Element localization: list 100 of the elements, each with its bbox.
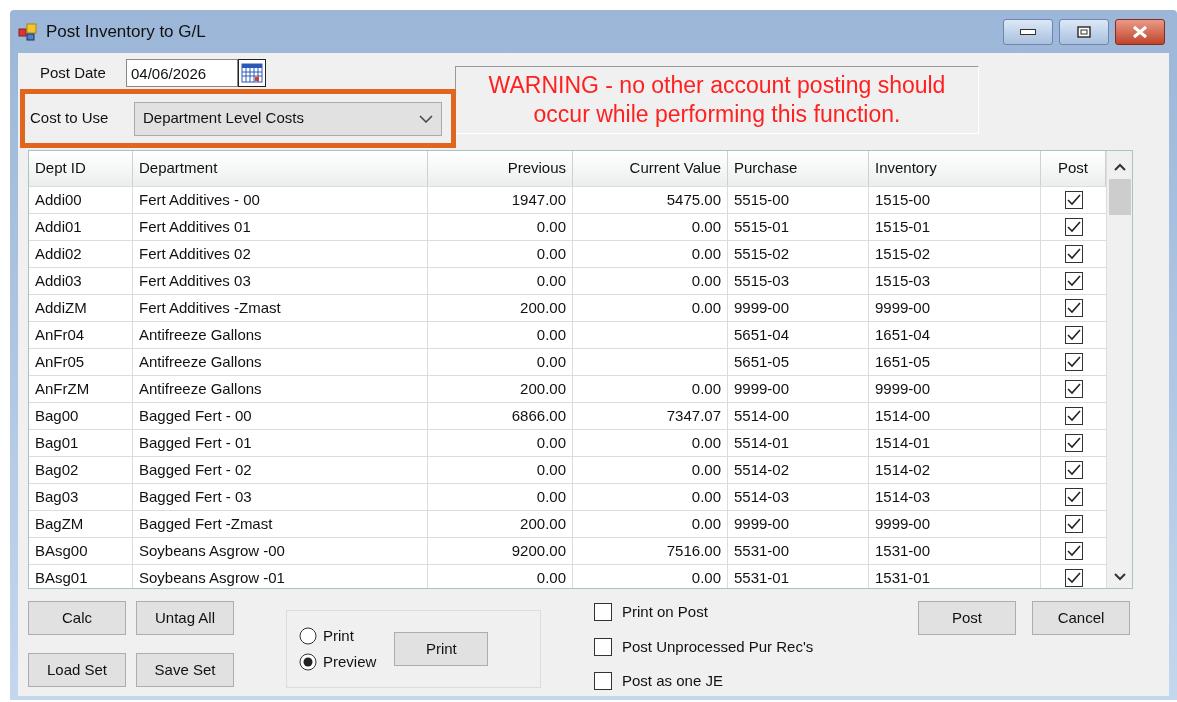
table-cell-text: 5651-04 [734, 324, 790, 345]
post-checkbox[interactable] [1064, 353, 1083, 371]
table-cell-text: 7347.07 [666, 405, 721, 426]
calendar-button[interactable] [238, 59, 266, 87]
column-header[interactable]: Current Value [573, 151, 728, 186]
column-header[interactable]: Dept ID [29, 151, 133, 186]
table-cell-text: Addi00 [35, 189, 82, 210]
table-cell-text: 0.00 [691, 513, 721, 534]
table-cell-text: 1514-01 [875, 432, 931, 453]
checkbox-label: Post as one JE [622, 671, 723, 691]
column-header[interactable]: Inventory [869, 151, 1041, 186]
table-cell-text: 9999-00 [734, 297, 790, 318]
table-cell-text: 1514-00 [875, 405, 931, 426]
chevron-down-icon [419, 114, 433, 123]
table-cell-text: Bag00 [35, 405, 79, 426]
print-button[interactable]: Print [394, 632, 489, 666]
table-cell-text: 6866.00 [511, 405, 566, 426]
post-checkbox[interactable] [1064, 380, 1083, 398]
table-cell-text: Addi01 [35, 216, 82, 237]
scrollbar[interactable] [1106, 151, 1132, 588]
table-cell-text: 1947.00 [511, 189, 566, 210]
table-cell-text: 0.00 [691, 378, 721, 399]
post-checkbox[interactable] [1064, 272, 1083, 290]
table-cell-text: Antifreeze Gallons [139, 378, 262, 399]
table-cell-text: 5514-01 [734, 432, 790, 453]
table-cell-text: 0.00 [536, 459, 566, 480]
table-cell-text: 5514-00 [734, 405, 790, 426]
table-cell-text: Bag01 [35, 432, 79, 453]
calendar-icon [241, 63, 263, 83]
table-cell-text: 9999-00 [875, 297, 931, 318]
table-cell-text: BagZM [35, 513, 84, 534]
post-checkbox[interactable] [1064, 542, 1083, 560]
checkbox[interactable] [594, 672, 612, 691]
post-checkbox[interactable] [1064, 326, 1083, 344]
post-checkbox[interactable] [1064, 488, 1083, 506]
table-cell-text: 0.00 [536, 432, 566, 453]
restore-icon [1077, 25, 1091, 38]
close-icon [1132, 24, 1148, 39]
maximize-button[interactable] [1059, 18, 1109, 45]
radio-button[interactable] [299, 653, 317, 672]
table-cell-text: 5514-03 [734, 486, 790, 507]
table-cell-text: Fert Additives - 00 [139, 189, 260, 210]
table-cell-text: 200.00 [520, 378, 566, 399]
table-cell-text: 200.00 [520, 297, 566, 318]
column-header[interactable]: Department [133, 151, 428, 186]
table-cell-text: 200.00 [520, 513, 566, 534]
post-checkbox[interactable] [1064, 245, 1083, 263]
checkbox[interactable] [594, 603, 612, 622]
table-cell-text: 5515-01 [734, 216, 790, 237]
table-cell-text: 9999-00 [875, 378, 931, 399]
post-checkbox[interactable] [1064, 569, 1083, 587]
scroll-down-icon[interactable] [1114, 573, 1126, 581]
table-cell-text: Bagged Fert -Zmast [139, 513, 273, 534]
action-button[interactable]: Untag All [136, 601, 234, 635]
table-cell-text: Soybeans Asgrow -01 [139, 567, 285, 588]
minimize-button[interactable] [1003, 18, 1053, 45]
table-cell-text: Antifreeze Gallons [139, 324, 262, 345]
action-button[interactable]: Post [918, 601, 1016, 635]
table-cell-text: 1515-02 [875, 243, 931, 264]
post-checkbox[interactable] [1064, 218, 1083, 236]
cost-to-use-dropdown[interactable]: Department Level Costs [134, 101, 442, 136]
column-header[interactable]: Purchase [728, 151, 869, 186]
table-cell-text: 0.00 [691, 432, 721, 453]
minimize-icon [1020, 28, 1036, 35]
table-cell-text: Bag02 [35, 459, 79, 480]
table-cell-text: 7516.00 [666, 540, 721, 561]
table-cell-text: 0.00 [536, 270, 566, 291]
post-checkbox[interactable] [1064, 434, 1083, 452]
table-cell-text: Fert Additives 02 [139, 243, 251, 264]
table-cell-text: 0.00 [536, 216, 566, 237]
table-cell-text: BAsg00 [35, 540, 88, 561]
scroll-up-icon[interactable] [1114, 163, 1126, 171]
post-checkbox[interactable] [1064, 191, 1083, 209]
action-button[interactable]: Cancel [1032, 601, 1130, 635]
radio-button[interactable] [299, 626, 317, 645]
checkbox[interactable] [594, 637, 612, 656]
post-checkbox[interactable] [1064, 515, 1083, 533]
table-cell-text: 5515-03 [734, 270, 790, 291]
checkbox-label: Post Unprocessed Pur Rec's [622, 636, 814, 657]
table-cell-text: Soybeans Asgrow -00 [139, 540, 285, 561]
table-cell-text: 5531-01 [734, 567, 790, 588]
action-button[interactable]: Calc [28, 601, 126, 635]
table-cell-text: 5515-00 [734, 189, 790, 210]
table-cell-text: 1651-04 [875, 324, 931, 345]
table-cell-text: Addi03 [35, 270, 82, 291]
post-date-field[interactable]: 04/06/2026 [126, 59, 238, 87]
table-cell-text: 0.00 [536, 243, 566, 264]
table-cell-text: BAsg01 [35, 567, 88, 588]
checkbox-label: Print on Post [622, 602, 708, 622]
table-cell-text: AnFrZM [35, 378, 90, 399]
post-checkbox[interactable] [1064, 299, 1083, 317]
post-checkbox[interactable] [1064, 461, 1083, 479]
post-checkbox[interactable] [1064, 407, 1083, 425]
action-button[interactable]: Save Set [136, 653, 234, 687]
table-cell-text: 0.00 [536, 324, 566, 345]
close-button[interactable] [1115, 18, 1165, 45]
scroll-thumb[interactable] [1109, 179, 1131, 215]
column-header[interactable]: Previous [428, 151, 573, 186]
table-cell-text: 1515-01 [875, 216, 931, 237]
action-button[interactable]: Load Set [28, 653, 126, 687]
